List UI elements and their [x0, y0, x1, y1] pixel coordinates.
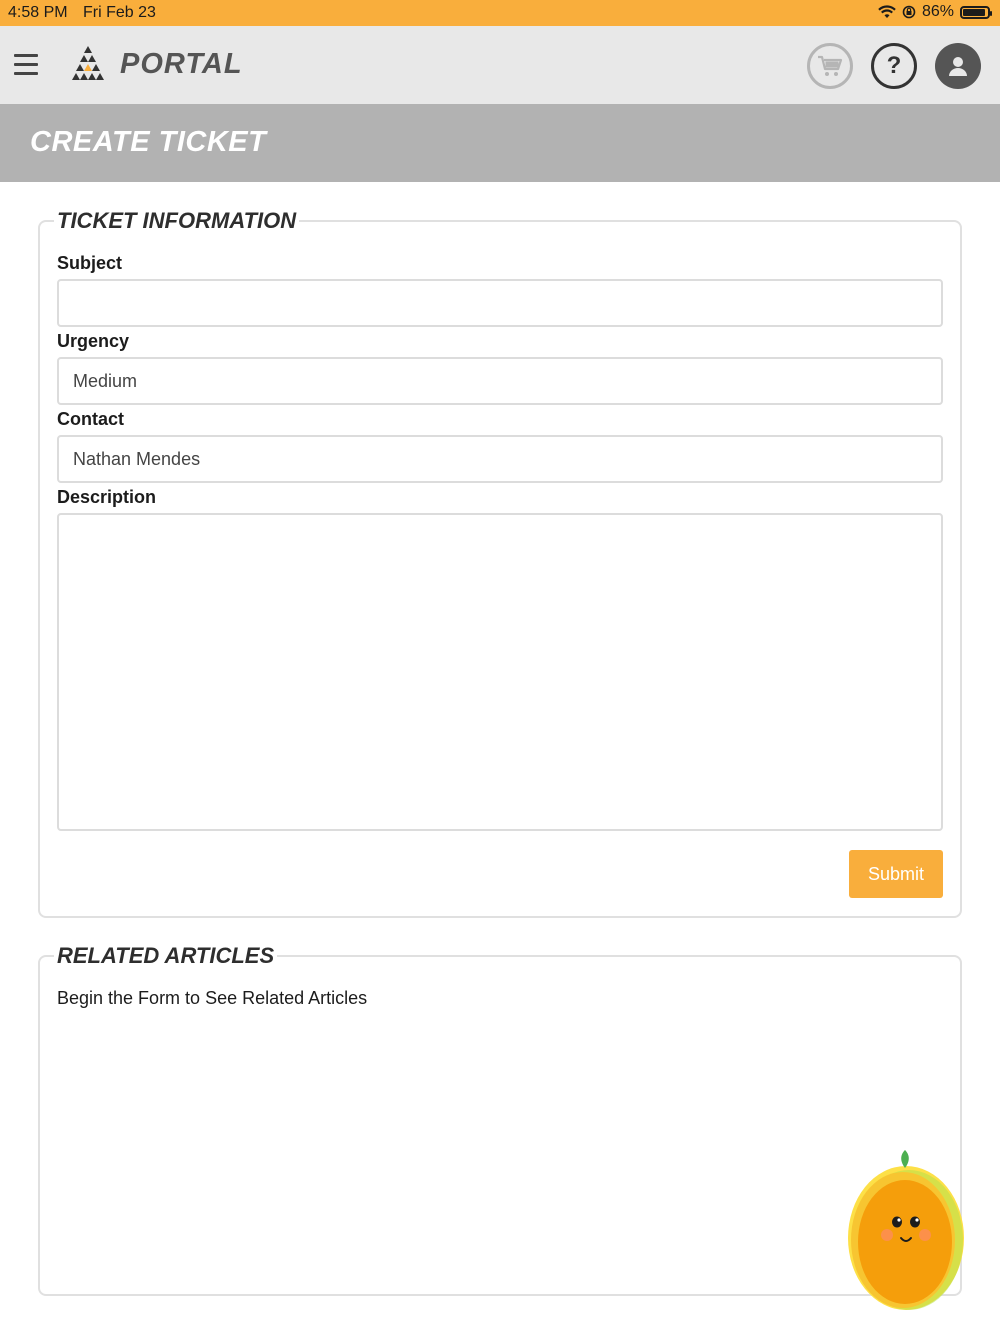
urgency-label: Urgency [57, 331, 130, 351]
subject-input[interactable] [57, 279, 943, 327]
page-title: CREATE TICKET [30, 126, 267, 158]
status-indicators: 86% [878, 3, 992, 21]
ticket-information-heading: TICKET INFORMATION [57, 208, 297, 233]
profile-button[interactable] [935, 43, 981, 89]
help-button[interactable]: ? [871, 43, 917, 89]
description-textarea[interactable] [57, 513, 943, 831]
user-icon [949, 57, 967, 76]
battery-icon [960, 5, 992, 19]
brand-name: PORTAL [120, 48, 243, 80]
subject-label: Subject [57, 253, 123, 273]
hamburger-menu-icon[interactable] [14, 54, 38, 75]
related-articles-message: Begin the Form to See Related Articles [57, 988, 368, 1008]
page-banner: CREATE TICKET [0, 104, 1000, 182]
orientation-lock-icon [902, 5, 916, 19]
status-date: Fri Feb 23 [83, 4, 156, 21]
status-time: 4:58 PM [8, 4, 68, 21]
contact-select[interactable]: Nathan Mendes [57, 435, 943, 483]
help-icon: ? [886, 52, 902, 79]
orange-mascot-chat-icon[interactable] [845, 1148, 967, 1314]
contact-label: Contact [57, 409, 124, 429]
description-label: Description [57, 487, 157, 507]
portal-logo [72, 46, 104, 80]
cart-icon [818, 55, 843, 76]
app-header: PORTAL ? [0, 26, 1000, 104]
urgency-select[interactable]: Medium [57, 357, 943, 405]
cart-button[interactable] [807, 43, 853, 89]
related-articles-heading: RELATED ARTICLES [57, 943, 275, 968]
submit-button[interactable]: Submit [849, 850, 943, 898]
status-bar: 4:58 PM Fri Feb 23 86% [0, 0, 1000, 26]
battery-percent: 86% [921, 3, 954, 20]
wifi-icon [878, 5, 896, 18]
